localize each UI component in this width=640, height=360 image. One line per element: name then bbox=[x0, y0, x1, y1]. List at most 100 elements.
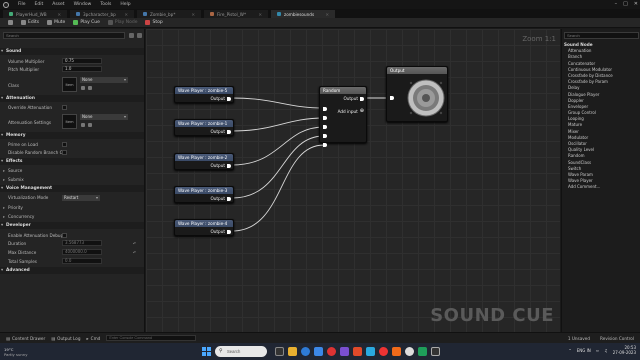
app-icon[interactable] bbox=[431, 347, 440, 356]
output-node-input-pin[interactable] bbox=[390, 96, 394, 100]
priority-label[interactable]: Priority bbox=[3, 205, 23, 210]
tab-3pcharacter[interactable]: 3pcharacter_bp ✕ bbox=[70, 10, 134, 18]
category-memory[interactable]: Memory bbox=[0, 132, 144, 139]
output-pin[interactable]: Output bbox=[210, 96, 231, 101]
close-icon[interactable]: ✕ bbox=[258, 12, 262, 17]
play-node-button[interactable]: Play Node bbox=[107, 20, 137, 25]
unreal-logo-icon[interactable] bbox=[3, 1, 9, 8]
app-icon[interactable] bbox=[340, 347, 349, 356]
chrome-icon[interactable] bbox=[327, 347, 336, 356]
play-cue-button[interactable]: Play Cue bbox=[73, 20, 100, 25]
menu-tools[interactable]: Tools bbox=[100, 2, 111, 7]
close-icon[interactable]: ✕ bbox=[191, 12, 195, 17]
file-explorer-icon[interactable] bbox=[288, 347, 297, 356]
virtualization-mode-dropdown[interactable]: Restart bbox=[62, 195, 100, 201]
app-icon[interactable] bbox=[353, 347, 362, 356]
output-pin[interactable]: Output bbox=[343, 96, 364, 101]
use-selected-icon[interactable] bbox=[88, 123, 92, 127]
add-input-pin[interactable]: Add input ⊕ bbox=[338, 108, 364, 114]
volume-icon[interactable]: ♫ bbox=[604, 348, 608, 353]
unreal-engine-icon[interactable] bbox=[405, 347, 414, 356]
menu-file[interactable]: File bbox=[18, 2, 26, 7]
console-command-input[interactable] bbox=[106, 335, 197, 341]
input-pin-4[interactable] bbox=[323, 143, 327, 147]
clock[interactable]: 20:53 27-09-2023 bbox=[613, 345, 636, 355]
input-pin-2[interactable] bbox=[323, 125, 327, 129]
browse-icon[interactable] bbox=[81, 86, 85, 90]
reset-icon[interactable]: ↶ bbox=[133, 250, 136, 255]
palette-item[interactable]: Add Comment... bbox=[564, 184, 639, 190]
enable-attenuation-debug-checkbox[interactable] bbox=[62, 233, 67, 238]
output-pin[interactable]: Output bbox=[210, 229, 231, 234]
category-voice-management[interactable]: Voice Management bbox=[0, 185, 144, 192]
class-dropdown[interactable]: None bbox=[80, 77, 128, 83]
concurrency-label[interactable]: Concurrency bbox=[3, 214, 34, 219]
category-effects[interactable]: Effects bbox=[0, 158, 144, 165]
attenuation-dropdown[interactable]: None bbox=[80, 114, 128, 120]
volume-multiplier-field[interactable]: 0.75 bbox=[62, 58, 102, 64]
mute-button[interactable]: Mute bbox=[47, 20, 65, 25]
wave-player-node-zombie-5[interactable]: Wave Player : zombie-5 Output bbox=[174, 86, 234, 103]
weather-widget[interactable]: 19°C Partly sunny bbox=[4, 347, 27, 357]
unsaved-button[interactable]: 1 Unsaved bbox=[568, 336, 590, 341]
wave-player-node-zombie-2[interactable]: Wave Player : zombie-2 Output bbox=[174, 153, 234, 170]
task-view-icon[interactable] bbox=[275, 347, 284, 356]
browse-icon[interactable] bbox=[81, 123, 85, 127]
revision-control-button[interactable]: Revision Control bbox=[600, 336, 634, 341]
stop-button[interactable]: Stop bbox=[145, 20, 163, 25]
close-icon[interactable]: ✕ bbox=[57, 12, 61, 17]
close-icon[interactable]: ✕ bbox=[124, 12, 128, 17]
wave-player-node-zombie-4[interactable]: Wave Player : zombie-4 Output bbox=[174, 219, 234, 236]
source-label[interactable]: Source bbox=[3, 168, 23, 173]
app-icon[interactable] bbox=[392, 347, 401, 356]
output-pin[interactable]: Output bbox=[210, 196, 231, 201]
save-button[interactable] bbox=[8, 20, 13, 25]
app-icon[interactable] bbox=[418, 347, 427, 356]
graph-editor[interactable]: Zoom 1:1 Wave Player : zombie-5 Output W… bbox=[146, 29, 560, 332]
start-button[interactable] bbox=[202, 347, 211, 356]
content-drawer-button[interactable]: ▤ Content Drawer bbox=[6, 336, 45, 341]
wave-player-node-zombie-1[interactable]: Wave Player : zombie-1 Output bbox=[174, 119, 234, 136]
prime-on-load-checkbox[interactable] bbox=[62, 142, 67, 147]
menu-window[interactable]: Window bbox=[74, 2, 92, 7]
pitch-multiplier-field[interactable]: 1.0 bbox=[62, 66, 102, 72]
tab-fire-pistol[interactable]: Fire_Pistol_W* ✕ bbox=[204, 10, 268, 18]
chevron-up-icon[interactable]: ⌃ bbox=[568, 348, 571, 353]
edge-icon[interactable] bbox=[301, 347, 310, 356]
attenuation-thumbnail[interactable]: Item bbox=[62, 114, 77, 129]
maximize-icon[interactable]: □ bbox=[623, 1, 628, 7]
settings-icon[interactable] bbox=[137, 33, 142, 38]
output-pin[interactable]: Output bbox=[210, 129, 231, 134]
close-icon[interactable]: ✕ bbox=[325, 12, 329, 17]
close-icon[interactable]: ✕ bbox=[634, 1, 638, 7]
edits-button[interactable]: Edits bbox=[21, 20, 39, 25]
menu-edit[interactable]: Edit bbox=[35, 2, 44, 7]
grid-view-icon[interactable] bbox=[129, 33, 134, 38]
class-thumbnail[interactable]: Item bbox=[62, 77, 77, 92]
use-selected-icon[interactable] bbox=[88, 86, 92, 90]
input-pin-1[interactable] bbox=[323, 116, 327, 120]
store-icon[interactable] bbox=[314, 347, 323, 356]
tab-zombie-bp[interactable]: Zombie_bp* ✕ bbox=[137, 10, 201, 18]
output-pin[interactable]: Output bbox=[210, 163, 231, 168]
category-attenuation[interactable]: Attenuation bbox=[0, 95, 144, 102]
submix-label[interactable]: Submix bbox=[3, 177, 24, 182]
cmd-button[interactable]: ▸ Cmd bbox=[87, 336, 101, 341]
reset-icon[interactable]: ↶ bbox=[133, 241, 136, 246]
input-pin-0[interactable] bbox=[323, 107, 327, 111]
tab-zombiesounds[interactable]: zombiesounds ✕ bbox=[271, 10, 335, 18]
wave-player-node-zombie-3[interactable]: Wave Player : zombie-3 Output bbox=[174, 186, 234, 203]
output-log-button[interactable]: ▤ Output Log bbox=[51, 336, 80, 341]
minimize-icon[interactable]: – bbox=[615, 1, 618, 7]
category-advanced[interactable]: Advanced bbox=[0, 267, 144, 274]
app-icon[interactable] bbox=[379, 347, 388, 356]
category-developer[interactable]: Developer bbox=[0, 222, 144, 229]
tab-playerhud[interactable]: PlayerHud_WB ✕ bbox=[3, 10, 67, 18]
app-icon[interactable] bbox=[366, 347, 375, 356]
wifi-icon[interactable]: ≈ bbox=[596, 348, 599, 353]
palette-search-input[interactable] bbox=[564, 32, 639, 39]
category-sound[interactable]: Sound bbox=[0, 48, 144, 55]
disable-random-checkbox[interactable] bbox=[62, 150, 67, 155]
random-node[interactable]: Random Output Add input ⊕ bbox=[319, 86, 367, 147]
output-node[interactable]: Output bbox=[386, 66, 448, 122]
